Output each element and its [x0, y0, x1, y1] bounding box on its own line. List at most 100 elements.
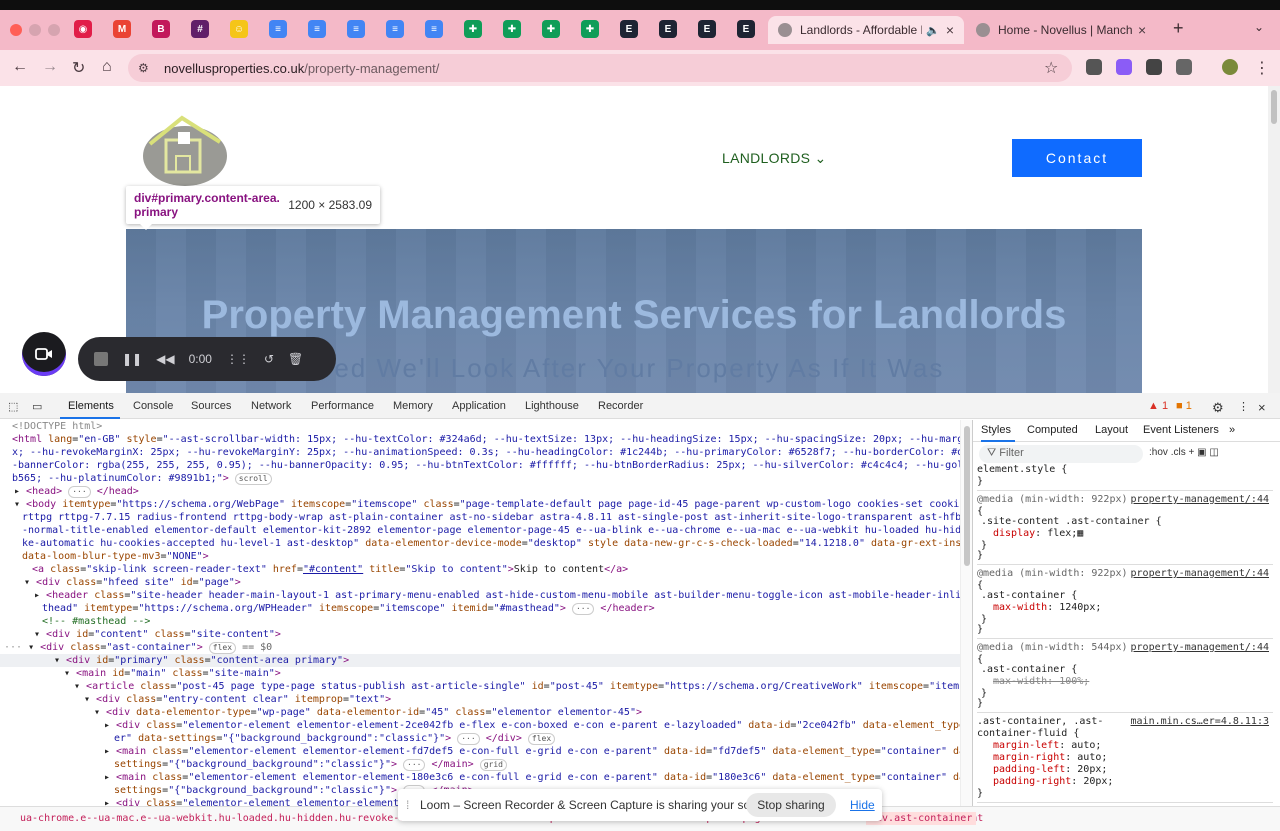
tree-line-selected[interactable]: ▾ <div id="primary" class="content-area …: [0, 654, 960, 668]
rule-source-link[interactable]: property-management/:44: [1131, 568, 1269, 579]
breadcrumb-current[interactable]: div.ast-container: [866, 812, 977, 825]
stop-recording-icon[interactable]: [94, 352, 108, 366]
hide-link[interactable]: Hide: [850, 798, 875, 812]
docs-icon[interactable]: ≡: [386, 20, 404, 38]
inspect-element-icon[interactable]: ⬚: [8, 400, 18, 413]
tree-line[interactable]: ▸ <header class="site-header header-main…: [0, 589, 960, 602]
sheets-icon[interactable]: ✚: [503, 20, 521, 38]
rewind-icon[interactable]: ◀◀: [156, 352, 174, 366]
grid-icon[interactable]: ⋮⋮: [226, 352, 250, 366]
drag-handle-icon[interactable]: ⁞: [406, 798, 409, 812]
toggle-sidebar-icon[interactable]: ◫: [1209, 447, 1218, 458]
zoom-window-button[interactable]: [48, 24, 60, 36]
add-rule-icon[interactable]: +: [1188, 447, 1197, 458]
rule-source-link[interactable]: main.min.cs…er=4.8.11:3: [1131, 716, 1269, 727]
loom-camera-button[interactable]: [22, 332, 66, 376]
trash-icon[interactable]: 🗑: [288, 352, 303, 366]
docs-icon[interactable]: ≡: [308, 20, 326, 38]
tab-computed[interactable]: Computed: [1027, 424, 1078, 436]
tab-memory[interactable]: Memory: [393, 400, 433, 412]
tree-line[interactable]: ▸ <main class="elementor-element element…: [0, 771, 960, 784]
tree-line[interactable]: ▸ <div class="elementor-element elemento…: [0, 719, 960, 732]
back-arrow-icon[interactable]: ←: [12, 58, 28, 76]
tree-line[interactable]: b565; --hu-platinumColor: #9891b1;"> scr…: [0, 472, 960, 485]
rule-selector[interactable]: .ast-container {: [977, 664, 1077, 675]
tab-performance[interactable]: Performance: [311, 400, 374, 412]
elements-tree[interactable]: <!DOCTYPE html> <html lang="en-GB" style…: [0, 420, 960, 806]
bookmark-star-icon[interactable]: ☆: [1044, 58, 1058, 78]
tab-event-listeners[interactable]: Event Listeners: [1143, 424, 1219, 436]
elementor-icon[interactable]: E: [659, 20, 677, 38]
tab-layout[interactable]: Layout: [1095, 424, 1128, 436]
tree-line[interactable]: <!DOCTYPE html>: [0, 420, 960, 433]
tab-recorder[interactable]: Recorder: [598, 400, 643, 412]
sheets-icon[interactable]: ✚: [542, 20, 560, 38]
rule-selector[interactable]: element.style {: [977, 464, 1067, 475]
nav-landlords-menu[interactable]: LANDLORDS ⌄: [722, 150, 827, 167]
rule-property[interactable]: margin-left: auto;: [977, 740, 1101, 751]
elements-scroll-thumb[interactable]: [964, 426, 970, 566]
rule-selector[interactable]: container-fluid {: [977, 728, 1079, 739]
tree-line[interactable]: rttpg rttpg-7.7.15 radius-frontend rttpg…: [0, 511, 960, 524]
tab-lighthouse[interactable]: Lighthouse: [525, 400, 579, 412]
rule-selector[interactable]: .site-content .ast-container {: [977, 516, 1162, 527]
elementor-icon[interactable]: E: [698, 20, 716, 38]
tree-line[interactable]: ▾ <body itemtype="https://schema.org/Web…: [0, 498, 960, 511]
rule-property-overridden[interactable]: max-width: 100%;: [977, 676, 1089, 687]
b-icon[interactable]: B: [152, 20, 170, 38]
slack-icon[interactable]: #: [191, 20, 209, 38]
tree-line[interactable]: -bannerColor: rgba(255, 255, 255, 0.95);…: [0, 459, 960, 472]
rule-property[interactable]: max-width: 1240px;: [977, 602, 1101, 613]
elementor-icon[interactable]: E: [620, 20, 638, 38]
contact-button[interactable]: Contact: [1012, 139, 1142, 177]
tree-line[interactable]: ▾ <div data-elementor-type="wp-page" dat…: [0, 706, 960, 719]
tab-sources[interactable]: Sources: [191, 400, 231, 412]
tree-line[interactable]: ▾ <main id="main" class="site-main">: [0, 667, 960, 680]
rule-selector[interactable]: .ast-container, .ast-: [977, 716, 1103, 727]
rule-property[interactable]: padding-left: 20px;: [977, 764, 1107, 775]
rule-property[interactable]: padding-right: 20px;: [977, 776, 1113, 787]
record-icon[interactable]: ◉: [74, 20, 92, 38]
new-tab-button[interactable]: +: [1173, 18, 1184, 39]
tab-network[interactable]: Network: [251, 400, 291, 412]
elementor-icon[interactable]: E: [737, 20, 755, 38]
tree-line[interactable]: settings="{"background_background":"clas…: [0, 758, 960, 771]
elements-scrollbar[interactable]: [960, 420, 972, 806]
page-scroll-thumb[interactable]: [1271, 90, 1277, 124]
tree-line[interactable]: <!-- #masthead -->: [0, 615, 960, 628]
close-devtools-icon[interactable]: ×: [1258, 400, 1266, 415]
extension-badge-icon[interactable]: [1116, 59, 1132, 75]
profile-avatar[interactable]: [1222, 59, 1238, 75]
rule-property[interactable]: display: flex;▦: [977, 528, 1083, 539]
tab-search-chevron-icon[interactable]: ⌄: [1254, 20, 1264, 34]
rule-source-link[interactable]: property-management/:44: [1131, 642, 1269, 653]
device-toolbar-icon[interactable]: ▭: [32, 400, 42, 413]
hov-toggle[interactable]: :hov: [1149, 447, 1168, 458]
paint-icon[interactable]: ▣: [1197, 447, 1206, 458]
tree-line[interactable]: er" data-settings="{"background_backgrou…: [0, 732, 960, 745]
tree-line[interactable]: <a class="skip-link screen-reader-text" …: [0, 563, 960, 576]
reload-icon[interactable]: ↻: [72, 58, 85, 78]
page-scrollbar[interactable]: [1268, 86, 1280, 393]
docs-icon[interactable]: ≡: [269, 20, 287, 38]
tree-line[interactable]: ▾ <div class="hfeed site" id="page">: [0, 576, 960, 589]
tree-line[interactable]: <html lang="en-GB" style="--ast-scrollba…: [0, 433, 960, 446]
styles-filter-input[interactable]: ⛛ Filter: [979, 445, 1143, 463]
browser-menu-icon[interactable]: ⋮: [1254, 58, 1270, 78]
smiley-icon[interactable]: ☺: [230, 20, 248, 38]
sheets-icon[interactable]: ✚: [464, 20, 482, 38]
tree-line[interactable]: ▾ <article class="post-45 page type-page…: [0, 680, 960, 693]
minimize-window-button[interactable]: [29, 24, 41, 36]
warning-count[interactable]: ■ 1: [1176, 400, 1192, 412]
tab-landlords[interactable]: Landlords - Affordable Pro 🔈 ×: [768, 16, 964, 44]
tree-line[interactable]: x; --hu-revokeMarginX: 25px; --hu-revoke…: [0, 446, 960, 459]
tab-home-novellus[interactable]: Home - Novellus | Manchest ×: [966, 16, 1166, 44]
tree-line[interactable]: ··· ▾ <div class="ast-container"> flex =…: [0, 641, 960, 654]
tree-line[interactable]: thead" itemtype="https://schema.org/WPHe…: [0, 602, 960, 615]
extensions-puzzle-icon[interactable]: [1176, 59, 1192, 75]
forward-arrow-icon[interactable]: →: [42, 58, 58, 76]
close-tab-icon[interactable]: ×: [946, 22, 954, 38]
tree-line[interactable]: data-loom-blur-type-mv3="NONE">: [0, 550, 960, 563]
tree-line[interactable]: ▾ <div class="entry-content clear" itemp…: [0, 693, 960, 706]
tab-console[interactable]: Console: [133, 400, 173, 412]
